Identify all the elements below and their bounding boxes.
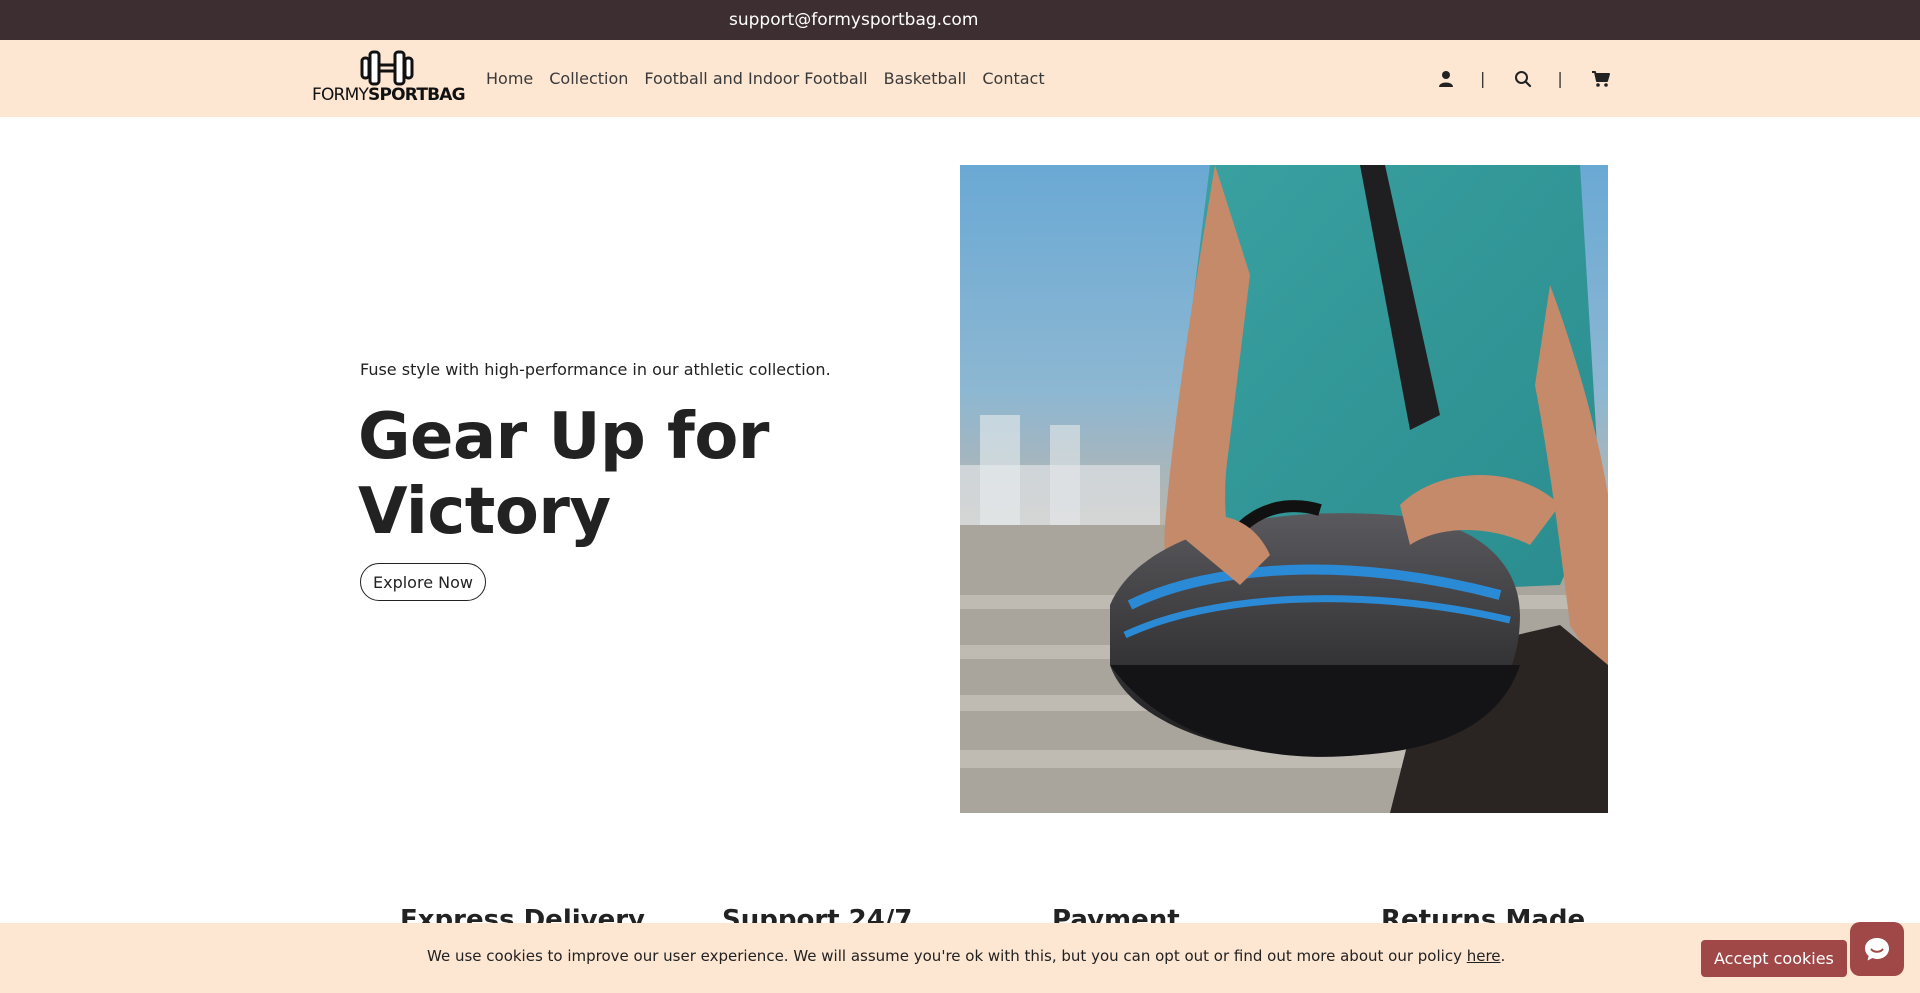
- explore-now-button[interactable]: Explore Now: [360, 563, 486, 601]
- hero-title-line2: Victory: [358, 475, 611, 549]
- header-separator: |: [1557, 69, 1563, 88]
- search-icon[interactable]: [1511, 67, 1535, 91]
- chat-icon: [1865, 938, 1889, 961]
- hero-title-line1: Gear Up for: [358, 400, 769, 474]
- header-separator: |: [1480, 69, 1486, 88]
- logo[interactable]: FORMYSPORTBAG: [312, 50, 466, 108]
- user-icon[interactable]: [1434, 67, 1458, 91]
- cart-icon[interactable]: [1589, 67, 1613, 91]
- hero-image: [960, 165, 1608, 813]
- top-announcement-bar: support@formysportbag.com: [0, 0, 1920, 40]
- cookie-message: We use cookies to improve our user exper…: [427, 947, 1506, 965]
- header-actions: | |: [1434, 40, 1613, 117]
- nav-collection[interactable]: Collection: [549, 69, 628, 88]
- hero-photo-illustration: [960, 165, 1608, 813]
- cookie-policy-link[interactable]: here: [1467, 947, 1501, 965]
- main-nav: Home Collection Football and Indoor Foot…: [486, 40, 1045, 117]
- cookie-banner: We use cookies to improve our user exper…: [0, 923, 1920, 993]
- chat-button[interactable]: [1850, 922, 1904, 976]
- nav-basketball[interactable]: Basketball: [884, 69, 967, 88]
- hero-title: Gear Up for Victory: [358, 400, 818, 550]
- nav-contact[interactable]: Contact: [982, 69, 1044, 88]
- site-header: FORMYSPORTBAG Home Collection Football a…: [0, 40, 1920, 117]
- nav-home[interactable]: Home: [486, 69, 533, 88]
- hero-subtitle: Fuse style with high-performance in our …: [360, 360, 831, 379]
- nav-football[interactable]: Football and Indoor Football: [644, 69, 867, 88]
- accept-cookies-button[interactable]: Accept cookies: [1701, 940, 1847, 977]
- logo-wordmark: FORMYSPORTBAG: [312, 85, 466, 105]
- support-email[interactable]: support@formysportbag.com: [729, 10, 978, 30]
